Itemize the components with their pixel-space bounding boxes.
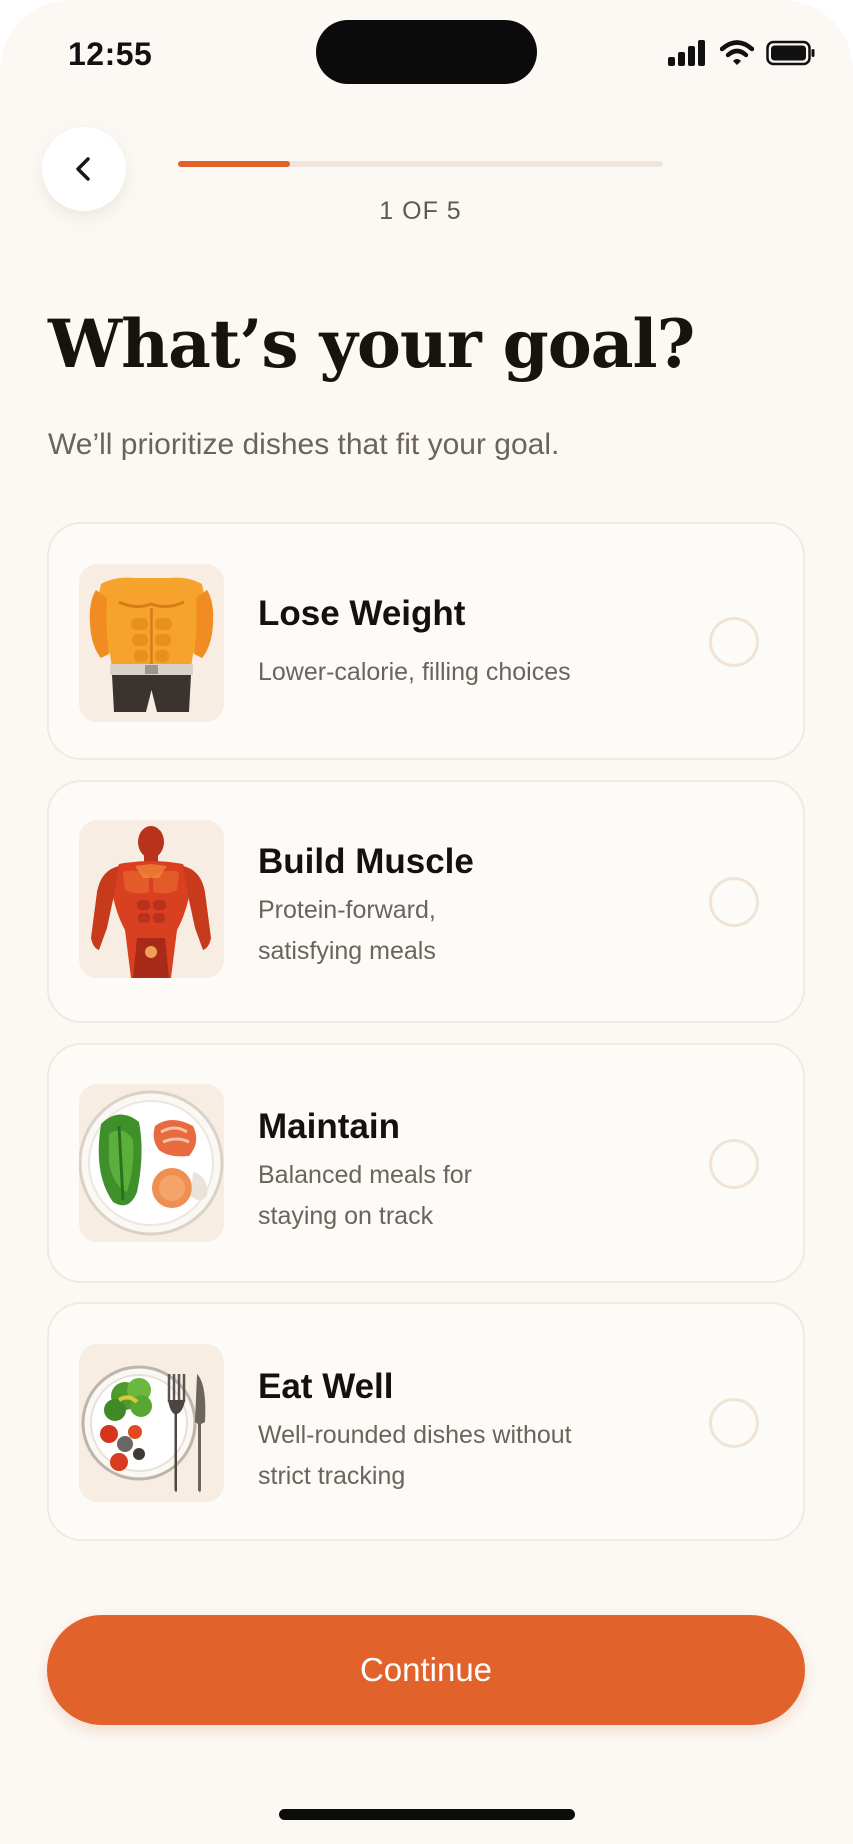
goal-option-lose-weight[interactable]: Lose Weight Lower-calorie, filling choic… [47, 522, 805, 760]
continue-button[interactable]: Continue [47, 1615, 805, 1725]
goal-option-maintain[interactable]: Maintain Balanced meals for staying on t… [47, 1043, 805, 1283]
radio-button[interactable] [709, 877, 759, 927]
step-counter: 1 OF 5 [379, 197, 462, 225]
option-title: Build Muscle [258, 842, 474, 881]
back-button[interactable] [42, 127, 126, 211]
muscular-body-icon [79, 820, 224, 978]
option-description: Lower-calorie, filling choices [258, 658, 571, 686]
radio-button[interactable] [709, 1398, 759, 1448]
goal-option-build-muscle[interactable]: Build Muscle Protein-forward, satisfying… [47, 780, 805, 1023]
wifi-icon [719, 39, 755, 71]
progress-bar [178, 161, 663, 167]
plate-with-cutlery-icon [79, 1344, 224, 1502]
page-subtitle: We’ll prioritize dishes that fit your go… [48, 428, 560, 461]
battery-icon [766, 40, 816, 71]
status-time: 12:55 [68, 36, 153, 72]
option-title: Maintain [258, 1107, 400, 1146]
page-title: What’s your goal? [48, 305, 695, 383]
radio-button[interactable] [709, 1139, 759, 1189]
chevron-left-icon [76, 157, 90, 181]
onboarding-screen: 12:55 1 OF 5 What’s your goal? We’ll pri… [0, 0, 853, 1844]
cellular-signal-icon [668, 39, 708, 71]
option-title: Lose Weight [258, 594, 466, 633]
status-icons [668, 38, 816, 72]
option-title: Eat Well [258, 1367, 394, 1406]
balanced-plate-icon [79, 1084, 224, 1242]
home-indicator [279, 1809, 575, 1820]
option-description: Protein-forward, satisfying meals [258, 896, 436, 965]
option-description: Well-rounded dishes without strict track… [258, 1421, 572, 1490]
dynamic-island [316, 20, 537, 84]
goal-option-eat-well[interactable]: Eat Well Well-rounded dishes without str… [47, 1302, 805, 1541]
option-description: Balanced meals for staying on track [258, 1161, 473, 1230]
torso-abs-icon [79, 564, 224, 722]
progress-bar-fill [178, 161, 290, 167]
radio-button[interactable] [709, 617, 759, 667]
